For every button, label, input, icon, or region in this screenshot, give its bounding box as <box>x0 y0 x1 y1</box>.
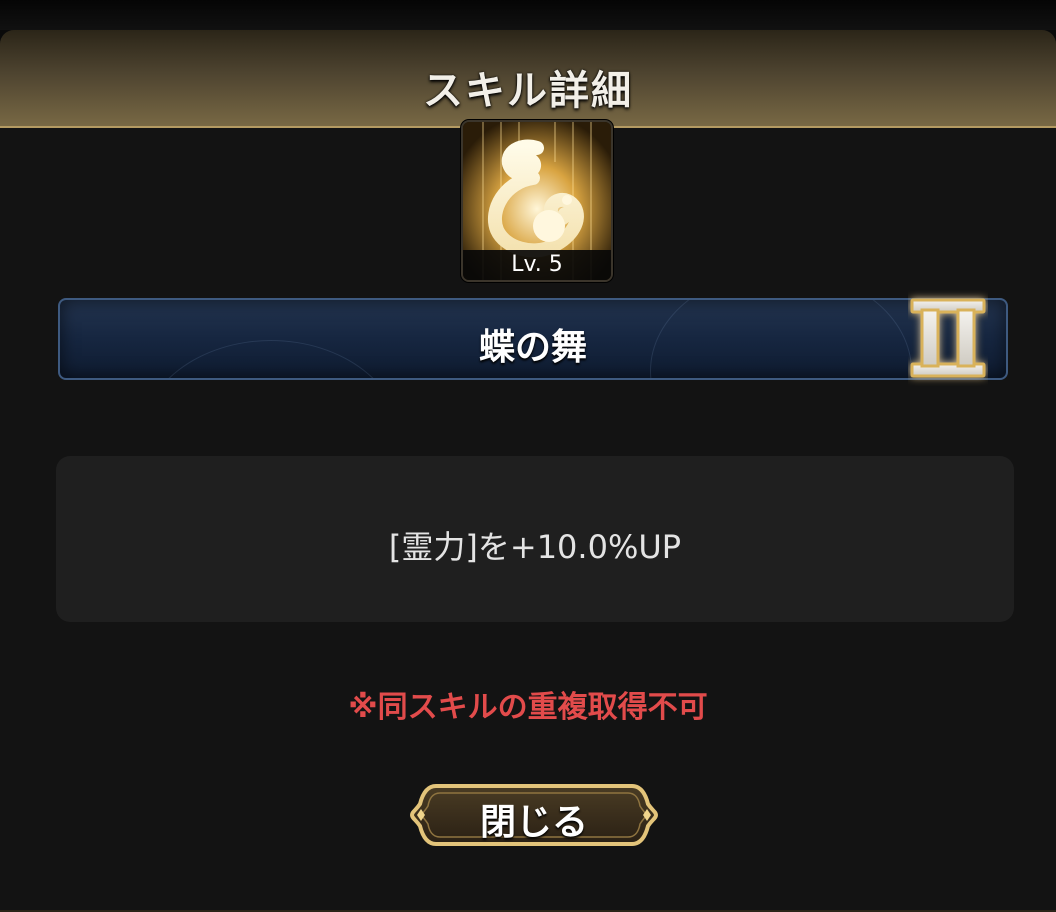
skill-level: Lv. 5 <box>463 250 611 280</box>
skill-description: [霊力]を+10.0%UP <box>388 528 682 566</box>
skill-name: 蝶の舞 <box>478 327 587 368</box>
close-button-label: 閉じる <box>479 802 588 843</box>
skill-description-box: [霊力]を+10.0%UP <box>56 456 1014 622</box>
background-strip <box>0 0 1056 30</box>
duplicate-warning: ※同スキルの重複取得不可 <box>348 690 708 725</box>
close-button[interactable]: 閉じる <box>410 780 658 850</box>
skill-icon-frame: Lv. 5 <box>461 120 613 282</box>
dialog-header: スキル詳細 <box>0 30 1056 128</box>
skill-name-bar: 蝶の舞 <box>58 298 1008 380</box>
rank-badge-icon <box>910 298 986 378</box>
screen: スキル詳細 Lv. 5 蝶の舞 [霊力]を+10.0%UP ※同スキルの重複取得… <box>0 0 1056 912</box>
dialog-title: スキル詳細 <box>423 68 633 114</box>
